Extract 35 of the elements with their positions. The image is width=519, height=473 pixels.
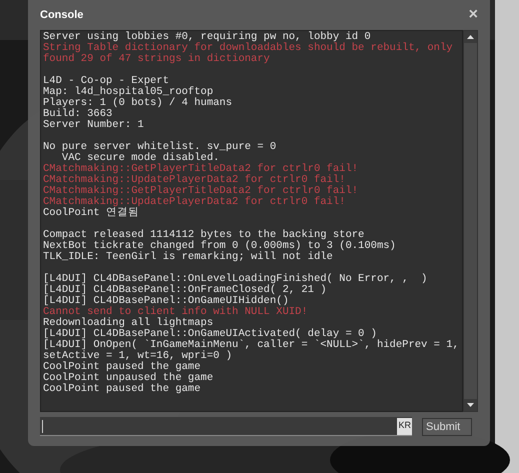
error-line: String Table dictionary for downloadables should be rebuilt, only found 29 of 47 strings in dictionary (43, 43, 454, 65)
log-line: [L4DUI] CL4DBasePanel::OnFrameClosed( 2, 21 ) (43, 285, 328, 296)
log-line: Map: l4d_hospital05_rooftop (43, 87, 214, 98)
submit-button[interactable]: Submit (422, 418, 472, 436)
error-line: CMatchmaking::GetPlayerTitleData2 for ctrlr0 fail! (43, 164, 360, 175)
scrollbar[interactable] (463, 30, 478, 412)
log-line: Build: 3663 (43, 109, 112, 120)
log-line: Server using lobbies #0, requiring pw no, lobby id 0 (43, 32, 372, 43)
scroll-down-icon[interactable] (464, 399, 477, 411)
error-line: CMatchmaking::GetPlayerTitleData2 for ctrlr0 fail! (43, 186, 360, 197)
command-field[interactable]: KR (40, 417, 412, 436)
log-line: VAC secure mode disabled. (62, 153, 220, 164)
log-line: L4D - Co-op - Expert (43, 76, 170, 87)
log-line: [L4DUI] CL4DBasePanel::OnGameUIActivated( delay = 0 ) (43, 329, 378, 340)
log-line: CoolPoint paused the game (43, 362, 202, 373)
log-line: NextBot tickrate changed from 0 (0.000ms) to 3 (0.100ms) (43, 241, 397, 252)
log-line: Server Number: 1 (43, 120, 145, 131)
log-line: [L4DUI] OnOpen( `InGameMainMenu`, caller = `<NULL>`, hidePrev = 1, setActive = 1, wt=16, wpri=0 ) (43, 340, 460, 362)
scroll-up-icon[interactable] (464, 31, 477, 43)
error-line: Cannot send to client info with NULL XUID! (43, 307, 309, 318)
log-line: [L4DUI] CL4DBasePanel::OnGameUIHidden() (43, 296, 290, 307)
log-line: Compact released 1114112 bytes to the backing store (43, 230, 364, 241)
error-line: CMatchmaking::UpdatePlayerData2 for ctrlr0 fail! (43, 197, 346, 208)
window-title: Console (40, 8, 84, 23)
log-line: CoolPoint 연결됨 (43, 208, 140, 219)
ime-indicator: KR (397, 418, 412, 434)
close-button[interactable]: × (468, 7, 478, 23)
log-line: No pure server whitelist. sv_pure = 0 (43, 142, 278, 153)
log-line: Redownloading all lightmaps (43, 318, 214, 329)
log-line: CoolPoint paused the game (43, 384, 202, 395)
log-line: TLK_IDLE: TeenGirl is remarking; will not idle (43, 252, 334, 263)
log-line: CoolPoint unpaused the game (43, 373, 214, 384)
error-line: CMatchmaking::UpdatePlayerData2 for ctrlr0 fail! (43, 175, 346, 186)
log-line: Players: 1 (0 bots) / 4 humans (43, 98, 234, 109)
log-line: [L4DUI] CL4DBasePanel::OnLevelLoadingFinished( No Error, , ) (43, 274, 428, 285)
